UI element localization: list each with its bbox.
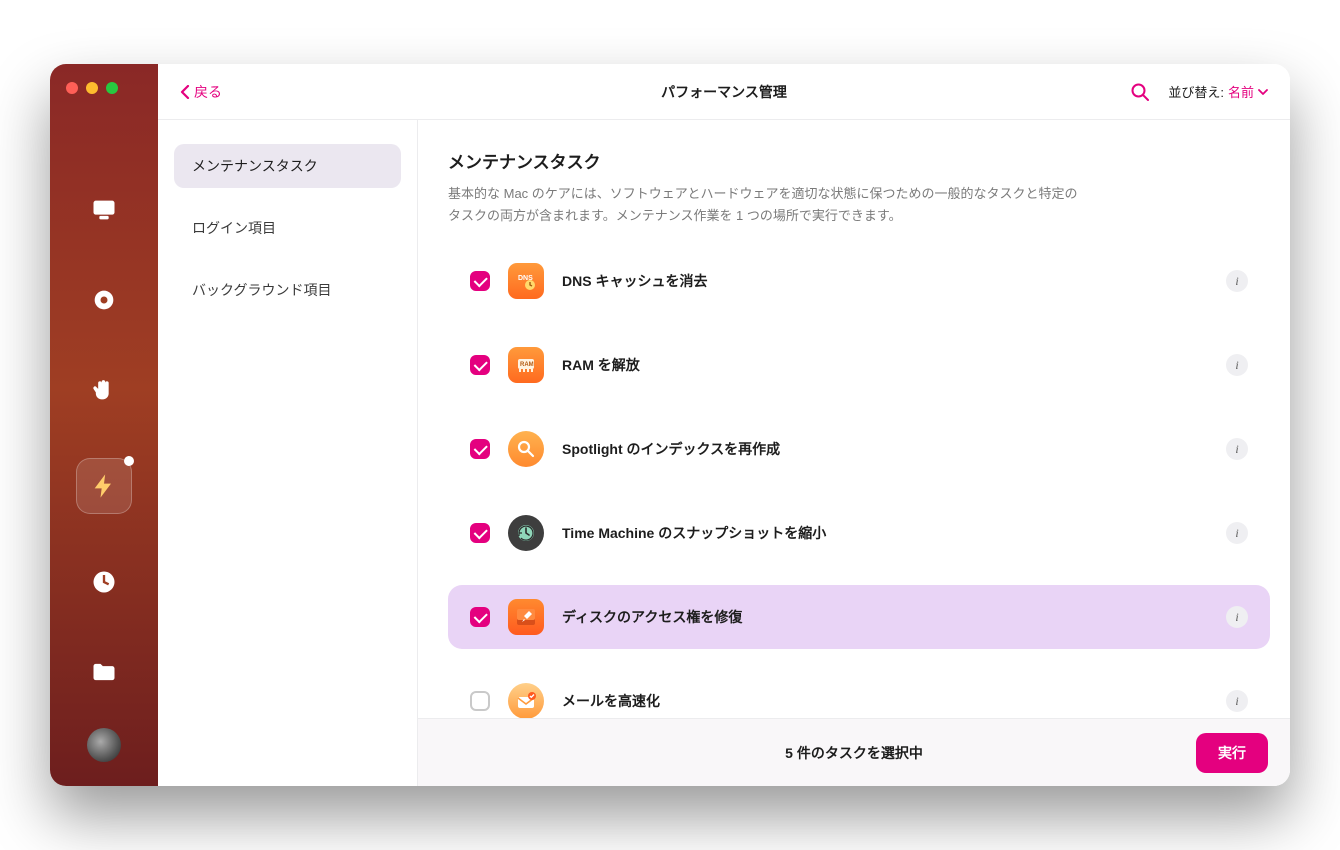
info-button[interactable]: i: [1226, 354, 1248, 376]
page-title: パフォーマンス管理: [661, 82, 787, 102]
info-button[interactable]: i: [1226, 606, 1248, 628]
sort-label: 並び替え:: [1168, 82, 1224, 101]
task-name: メールを高速化: [562, 691, 660, 711]
selection-status: 5 件のタスクを選択中: [785, 743, 923, 763]
task-checkbox[interactable]: [470, 523, 490, 543]
task-row-selected[interactable]: ディスクのアクセス権を修復 i: [448, 585, 1270, 649]
svg-text:RAM: RAM: [520, 362, 534, 368]
timemachine-icon: [508, 515, 544, 551]
app-rail: [50, 64, 158, 786]
disk-repair-icon: [508, 599, 544, 635]
task-name: ディスクのアクセス権を修復: [562, 607, 742, 627]
rail-nav: [76, 188, 132, 728]
minimize-window-button[interactable]: [86, 82, 98, 94]
rail-performance-icon[interactable]: [76, 458, 132, 514]
info-button[interactable]: i: [1226, 522, 1248, 544]
back-button[interactable]: 戻る: [180, 82, 222, 102]
apps-icon: [90, 568, 118, 596]
main-panel: 戻る パフォーマンス管理 並び替え: 名前 メンテナンスタスク ログイン項目 バ…: [158, 64, 1290, 786]
sort-control[interactable]: 並び替え: 名前: [1168, 82, 1268, 101]
rail-privacy-icon[interactable]: [82, 368, 126, 412]
footer-bar: 5 件のタスクを選択中 実行: [418, 718, 1290, 786]
task-name: DNS キャッシュを消去: [562, 271, 707, 291]
sort-value: 名前: [1228, 82, 1254, 101]
spotlight-icon: [508, 431, 544, 467]
subnav-login-items[interactable]: ログイン項目: [174, 206, 401, 250]
topbar-right: 並び替え: 名前: [1130, 82, 1268, 102]
subnav-background-items[interactable]: バックグラウンド項目: [174, 268, 401, 312]
task-name: RAM を解放: [562, 355, 640, 375]
rail-cleanup-icon[interactable]: [82, 188, 126, 232]
task-name: Spotlight のインデックスを再作成: [562, 439, 780, 459]
chevron-down-icon: [1258, 88, 1268, 96]
user-avatar[interactable]: [87, 728, 121, 762]
info-button[interactable]: i: [1226, 690, 1248, 712]
task-list: DNS DNS キャッシュを消去 i RAM RAM を解放 i Spotlig…: [448, 249, 1270, 786]
task-row[interactable]: Time Machine のスナップショットを縮小 i: [448, 501, 1270, 565]
dns-icon: DNS: [508, 263, 544, 299]
hand-icon: [90, 376, 118, 404]
body: メンテナンスタスク ログイン項目 バックグラウンド項目 メンテナンスタスク 基本…: [158, 120, 1290, 786]
run-button[interactable]: 実行: [1196, 733, 1268, 773]
topbar: 戻る パフォーマンス管理 並び替え: 名前: [158, 64, 1290, 120]
lightning-icon: [90, 472, 118, 500]
mail-icon: [508, 683, 544, 719]
back-label: 戻る: [194, 82, 222, 102]
task-checkbox[interactable]: [470, 691, 490, 711]
task-checkbox[interactable]: [470, 439, 490, 459]
content-heading: メンテナンスタスク: [448, 148, 1270, 173]
info-button[interactable]: i: [1226, 438, 1248, 460]
info-button[interactable]: i: [1226, 270, 1248, 292]
task-row[interactable]: DNS DNS キャッシュを消去 i: [448, 249, 1270, 313]
content-description: 基本的な Mac のケアには、ソフトウェアとハードウェアを適切な状態に保つための…: [448, 183, 1088, 227]
chevron-left-icon: [180, 85, 190, 99]
task-checkbox[interactable]: [470, 355, 490, 375]
folder-icon: [90, 658, 118, 686]
scan-icon: [90, 286, 118, 314]
task-name: Time Machine のスナップショットを縮小: [562, 523, 826, 543]
ram-icon: RAM: [508, 347, 544, 383]
search-icon[interactable]: [1130, 82, 1150, 102]
rail-files-icon[interactable]: [82, 650, 126, 694]
close-window-button[interactable]: [66, 82, 78, 94]
rail-apps-icon[interactable]: [82, 560, 126, 604]
monitor-icon: [90, 196, 118, 224]
app-window: 戻る パフォーマンス管理 並び替え: 名前 メンテナンスタスク ログイン項目 バ…: [50, 64, 1290, 786]
task-checkbox[interactable]: [470, 607, 490, 627]
rail-protection-icon[interactable]: [82, 278, 126, 322]
task-row[interactable]: RAM RAM を解放 i: [448, 333, 1270, 397]
window-controls: [66, 82, 118, 94]
fullscreen-window-button[interactable]: [106, 82, 118, 94]
task-row[interactable]: Spotlight のインデックスを再作成 i: [448, 417, 1270, 481]
content: メンテナンスタスク 基本的な Mac のケアには、ソフトウェアとハードウェアを適…: [418, 120, 1290, 786]
subnav-maintenance[interactable]: メンテナンスタスク: [174, 144, 401, 188]
task-checkbox[interactable]: [470, 271, 490, 291]
subnav: メンテナンスタスク ログイン項目 バックグラウンド項目: [158, 120, 418, 786]
